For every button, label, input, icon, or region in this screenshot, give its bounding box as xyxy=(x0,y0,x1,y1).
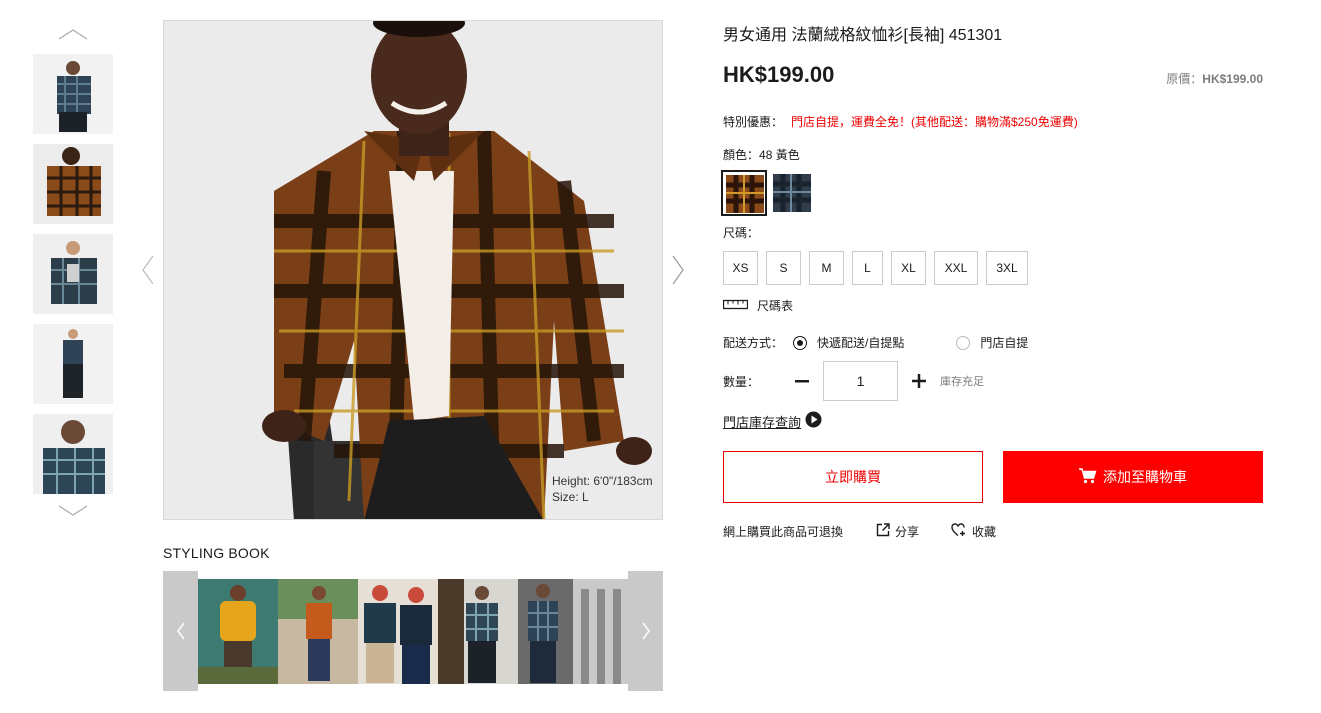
model-height: Height: 6'0"/183cm xyxy=(552,474,653,488)
delivery-option-express[interactable]: 快遞配送/自提點 xyxy=(793,334,904,351)
minus-icon[interactable] xyxy=(791,370,813,392)
cart-icon xyxy=(1079,467,1097,487)
favorite-label: 收藏 xyxy=(972,525,997,539)
styling-book-prev-button[interactable] xyxy=(163,571,198,691)
thumbnail-1[interactable] xyxy=(33,54,113,134)
share-icon xyxy=(876,523,890,540)
play-circle-icon xyxy=(805,411,822,431)
original-price-value: HK$199.00 xyxy=(1202,72,1263,86)
chevron-left-icon xyxy=(176,622,185,640)
delivery-option-express-label: 快遞配送/自提點 xyxy=(817,336,905,350)
thumbnail-4[interactable] xyxy=(33,324,113,404)
size-option-xxl[interactable]: XXL xyxy=(934,251,978,285)
styling-look-6[interactable] xyxy=(573,579,628,684)
quantity-label: 數量： xyxy=(723,374,760,389)
add-to-cart-button[interactable]: 添加至購物車 xyxy=(1003,451,1263,503)
stock-status: 庫存充足 xyxy=(940,376,984,388)
styling-look-2[interactable] xyxy=(278,579,358,684)
plaid-swatch-icon xyxy=(726,175,764,213)
product-price: HK$199.00 xyxy=(723,62,835,87)
styling-look-1[interactable] xyxy=(198,579,278,684)
size-chart-link[interactable]: 尺碼表 xyxy=(722,297,794,314)
plus-icon[interactable] xyxy=(908,370,930,392)
size-option-xl[interactable]: XL xyxy=(891,251,926,285)
gallery-next-arrow-icon[interactable] xyxy=(671,255,685,285)
styling-book-carousel xyxy=(163,571,663,691)
gallery-prev-arrow-icon[interactable] xyxy=(141,255,155,285)
color-label: 顏色：48 黃色 xyxy=(723,146,800,163)
selected-color: 48 黃色 xyxy=(759,148,800,162)
color-swatch-yellow[interactable] xyxy=(721,170,767,216)
model-size: Size: L xyxy=(552,490,589,504)
size-option-xs[interactable]: XS xyxy=(723,251,758,285)
original-price: 原價：HK$199.00 xyxy=(1166,70,1263,87)
color-swatch-navy[interactable] xyxy=(773,174,811,212)
thumbnail-up-arrow-icon[interactable] xyxy=(58,27,88,41)
styling-look-3[interactable] xyxy=(358,579,438,684)
styling-book-next-button[interactable] xyxy=(628,571,663,691)
size-chart-label: 尺碼表 xyxy=(757,299,794,313)
special-offer: 特別優惠： 門店自提，運費全免！(其他配送：購物滿$250免運費) xyxy=(723,113,1078,130)
add-to-cart-label: 添加至購物車 xyxy=(1103,469,1187,485)
favorite-button[interactable]: 收藏 xyxy=(951,523,996,540)
styling-book-title: STYLING BOOK xyxy=(163,545,270,561)
size-option-s[interactable]: S xyxy=(766,251,801,285)
styling-look-4[interactable] xyxy=(438,579,518,684)
delivery-method: 配送方式： 快遞配送/自提點 門店自提 xyxy=(723,334,1028,351)
thumbnail-5[interactable] xyxy=(33,414,113,494)
plaid-swatch-icon xyxy=(773,174,811,212)
thumbnail-3[interactable] xyxy=(33,234,113,314)
radio-selected-icon xyxy=(793,335,807,350)
product-title: 男女通用 法蘭絨格紋恤衫[長袖] 451301 xyxy=(723,27,1003,44)
quantity-input[interactable] xyxy=(823,361,898,401)
thumbnail-down-arrow-icon[interactable] xyxy=(58,504,88,518)
size-options: XS S M L XL XXL 3XL xyxy=(723,251,1028,285)
heart-plus-icon xyxy=(951,523,967,540)
chevron-right-icon xyxy=(641,622,650,640)
special-offer-label: 特別優惠： xyxy=(723,115,784,129)
main-product-image: Height: 6'0"/183cm Size: L xyxy=(163,20,663,520)
share-button[interactable]: 分享 xyxy=(876,523,919,540)
styling-look-5[interactable] xyxy=(518,579,573,684)
size-option-l[interactable]: L xyxy=(852,251,883,285)
special-offer-text: 門店自提，運費全免！(其他配送：購物滿$250免運費) xyxy=(791,115,1078,129)
store-inventory-label: 門店庫存查詢 xyxy=(723,414,802,430)
size-option-m[interactable]: M xyxy=(809,251,844,285)
buy-now-button[interactable]: 立即購買 xyxy=(723,451,983,503)
ruler-icon xyxy=(722,298,749,313)
quantity-stepper: 數量： 庫存充足 xyxy=(723,361,984,401)
radio-unselected-icon xyxy=(956,335,971,350)
color-label-text: 顏色： xyxy=(723,148,760,162)
size-option-3xl[interactable]: 3XL xyxy=(986,251,1028,285)
delivery-label: 配送方式： xyxy=(723,336,784,350)
returns-note: 網上購買此商品可退換 xyxy=(723,525,844,539)
original-price-label: 原價： xyxy=(1166,72,1203,86)
size-label: 尺碼： xyxy=(723,226,760,240)
delivery-option-store-pickup-label: 門店自提 xyxy=(980,336,1029,350)
share-label: 分享 xyxy=(895,525,920,539)
model-info-caption: Height: 6'0"/183cm Size: L xyxy=(552,473,653,505)
thumbnail-list xyxy=(33,54,113,504)
thumbnail-2[interactable] xyxy=(33,144,113,224)
product-actions-row: 網上購買此商品可退換 分享 收藏 xyxy=(723,523,996,540)
store-inventory-link[interactable]: 門店庫存查詢 xyxy=(723,411,822,431)
delivery-option-store-pickup[interactable]: 門店自提 xyxy=(956,334,1028,351)
